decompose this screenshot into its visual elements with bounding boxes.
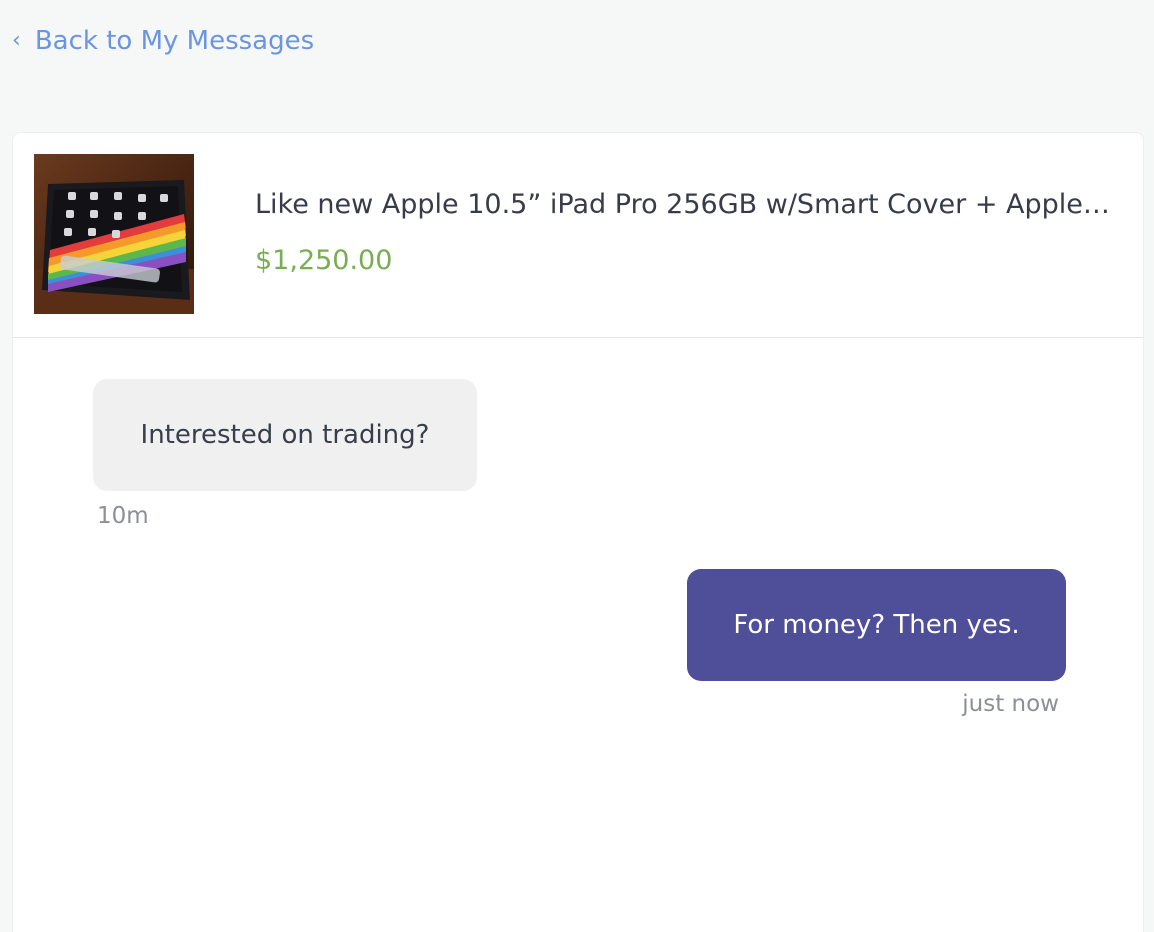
message-text: Interested on trading? — [140, 420, 430, 450]
listing-header: Like new Apple 10.5” iPad Pro 256GB w/Sm… — [13, 133, 1143, 338]
ipad-photo-image — [34, 154, 194, 314]
message-text: For money? Then yes. — [733, 610, 1020, 640]
message-timestamp: just now — [962, 691, 1059, 717]
back-link-label: Back to My Messages — [34, 26, 315, 56]
incoming-message-bubble: Interested on trading? — [93, 379, 477, 491]
back-to-messages-link[interactable]: ‹ Back to My Messages — [12, 26, 314, 56]
message-timestamp: 10m — [97, 503, 149, 529]
conversation-card: Like new Apple 10.5” iPad Pro 256GB w/Sm… — [12, 132, 1144, 932]
listing-thumbnail[interactable] — [34, 154, 194, 314]
listing-title[interactable]: Like new Apple 10.5” iPad Pro 256GB w/Sm… — [255, 189, 1115, 220]
chevron-left-icon: ‹ — [12, 28, 21, 53]
outgoing-message-bubble: For money? Then yes. — [687, 569, 1066, 681]
listing-price: $1,250.00 — [255, 245, 393, 276]
